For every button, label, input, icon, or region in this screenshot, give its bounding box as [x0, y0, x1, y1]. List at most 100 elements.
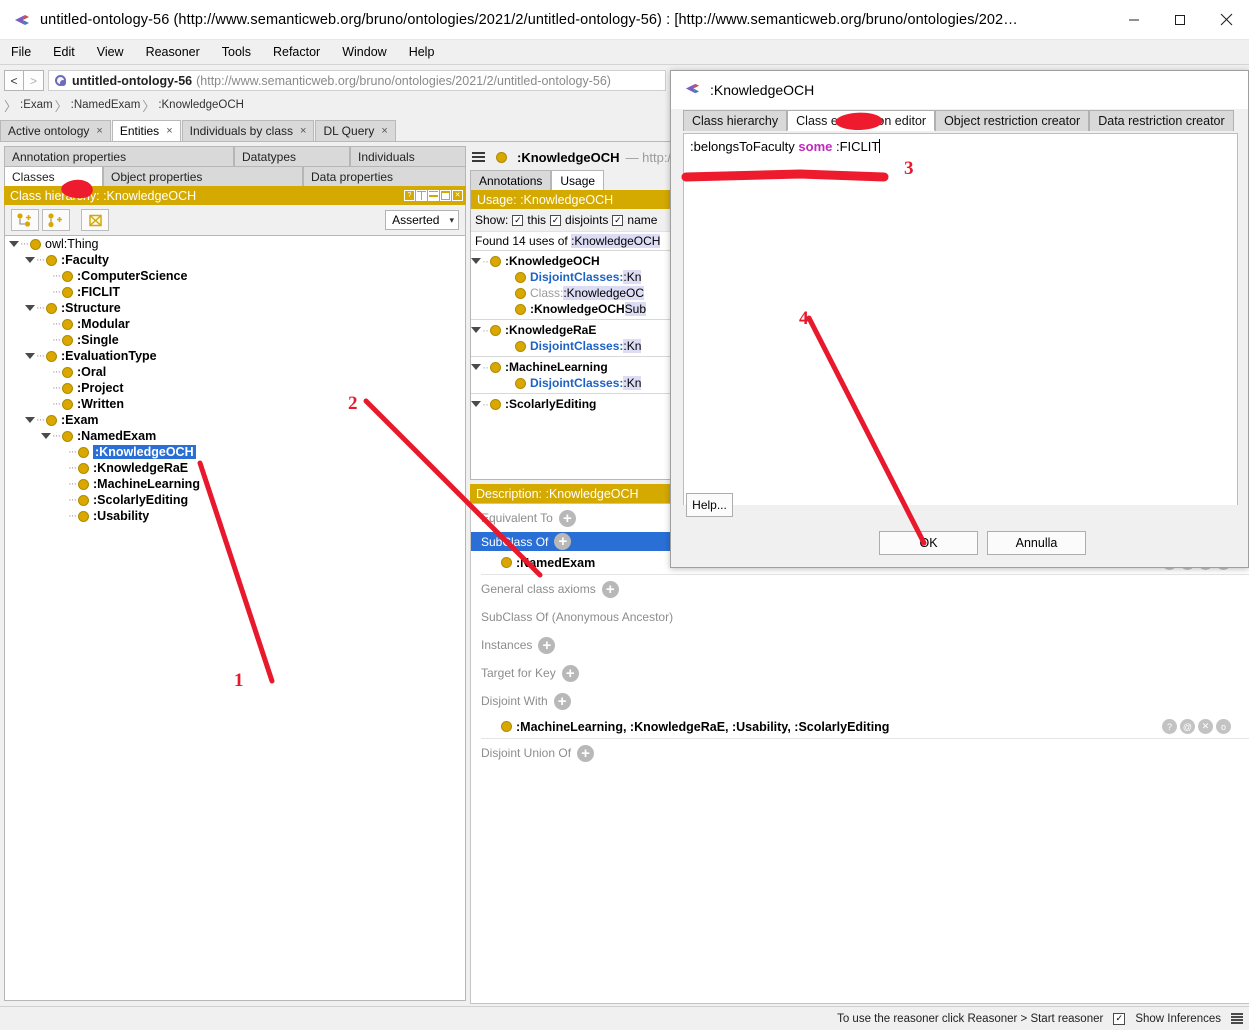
- filter-name-checkbox[interactable]: ✓: [612, 214, 624, 226]
- menu-reasoner[interactable]: Reasoner: [135, 43, 211, 61]
- class-expression-input[interactable]: :belongsToFaculty some :FICLIT: [683, 133, 1238, 545]
- ontology-id-field[interactable]: untitled-ontology-56 (http://www.semanti…: [48, 70, 666, 91]
- close-icon[interactable]: ×: [96, 125, 102, 137]
- description-section-header[interactable]: Disjoint With +: [481, 687, 1249, 715]
- add-icon[interactable]: +: [577, 744, 595, 762]
- class-tree-item[interactable]: ··· owl:Thing: [5, 236, 465, 252]
- annotate-icon[interactable]: @: [1180, 719, 1195, 734]
- usage-result-row[interactable]: DisjointClasses: :Kn: [471, 338, 674, 354]
- dialog-tab-data-restriction-creator[interactable]: Data restriction creator: [1089, 110, 1234, 131]
- subtab-individuals[interactable]: Individuals: [350, 146, 466, 166]
- class-tree-item[interactable]: ···:ComputerScience: [5, 268, 465, 284]
- tab-annotations[interactable]: Annotations: [470, 170, 552, 190]
- description-section-header[interactable]: Instances +: [481, 631, 1249, 659]
- subtab-data-properties[interactable]: Data properties: [303, 166, 466, 186]
- expand-toggle-icon[interactable]: [25, 352, 35, 361]
- expand-toggle-icon[interactable]: [25, 256, 35, 265]
- add-icon[interactable]: +: [558, 509, 576, 527]
- tab-individuals-by-class[interactable]: Individuals by class ×: [181, 120, 315, 141]
- breadcrumb-item-knowledgeoch[interactable]: 〉 :KnowledgeOCH: [142, 96, 244, 115]
- expand-toggle-icon[interactable]: [471, 326, 481, 335]
- ok-button[interactable]: OK: [879, 531, 978, 555]
- expand-toggle-icon[interactable]: [9, 240, 19, 249]
- class-tree-item[interactable]: ···:Modular: [5, 316, 465, 332]
- reasoner-mode-select[interactable]: Asserted ▾: [385, 210, 459, 230]
- subtab-classes[interactable]: Classes: [4, 166, 103, 186]
- class-tree-item[interactable]: ···:KnowledgeOCH: [5, 444, 465, 460]
- breadcrumb-item-exam[interactable]: 〉 :Exam: [4, 96, 53, 115]
- class-tree-item[interactable]: ···:FICLIT: [5, 284, 465, 300]
- class-tree-item[interactable]: ···:Project: [5, 380, 465, 396]
- close-panel-icon[interactable]: ✕: [452, 190, 463, 201]
- maximize-panel-icon[interactable]: [440, 190, 451, 201]
- help-icon[interactable]: ?: [404, 190, 415, 201]
- description-section-header[interactable]: Disjoint Union Of +: [481, 739, 1249, 767]
- class-tree-item[interactable]: ···:NamedExam: [5, 428, 465, 444]
- help-button[interactable]: Help...: [686, 493, 733, 517]
- menu-view[interactable]: View: [86, 43, 135, 61]
- class-tree-item[interactable]: ···:Usability: [5, 508, 465, 524]
- class-tree-item[interactable]: ···:Structure: [5, 300, 465, 316]
- usage-result-row[interactable]: :KnowledgeOCH Sub: [471, 301, 674, 317]
- edit-icon[interactable]: o: [1216, 719, 1231, 734]
- nav-forward-button[interactable]: >: [24, 70, 44, 91]
- class-tree-item[interactable]: ···:Single: [5, 332, 465, 348]
- close-icon[interactable]: ×: [381, 125, 387, 137]
- nav-back-button[interactable]: <: [4, 70, 24, 91]
- add-sibling-icon[interactable]: [42, 209, 70, 231]
- add-icon[interactable]: +: [553, 692, 571, 710]
- class-tree-item[interactable]: ···:Oral: [5, 364, 465, 380]
- close-icon[interactable]: ×: [300, 125, 306, 137]
- tab-entities[interactable]: Entities ×: [111, 120, 181, 141]
- class-tree-item[interactable]: ···:Faculty: [5, 252, 465, 268]
- add-icon[interactable]: +: [538, 636, 556, 654]
- usage-group-header[interactable]: ··:KnowledgeOCH: [471, 253, 674, 269]
- usage-results-list[interactable]: ··:KnowledgeOCH DisjointClasses: :Kn Class…: [471, 250, 674, 414]
- collapse-icon[interactable]: [428, 190, 439, 201]
- help-icon[interactable]: ?: [1162, 719, 1177, 734]
- menu-help[interactable]: Help: [398, 43, 446, 61]
- subtab-object-properties[interactable]: Object properties: [103, 166, 303, 186]
- class-tree-item[interactable]: ···:Written: [5, 396, 465, 412]
- tab-active-ontology[interactable]: Active ontology ×: [0, 120, 111, 141]
- delete-class-icon[interactable]: [81, 209, 109, 231]
- delete-icon[interactable]: ✕: [1198, 719, 1213, 734]
- class-tree-item[interactable]: ···:ScolarlyEditing: [5, 492, 465, 508]
- description-section-header[interactable]: General class axioms +: [481, 575, 1249, 603]
- menu-file[interactable]: File: [0, 43, 42, 61]
- class-hierarchy-tree[interactable]: ··· owl:Thing ···:Faculty ···:ComputerScien…: [4, 235, 466, 1001]
- tab-usage[interactable]: Usage: [551, 170, 605, 190]
- usage-result-row[interactable]: Class: :KnowledgeOC: [471, 285, 674, 301]
- close-icon[interactable]: ×: [166, 125, 172, 137]
- expand-toggle-icon[interactable]: [471, 400, 481, 409]
- minimize-button[interactable]: [1111, 0, 1157, 40]
- menu-window[interactable]: Window: [331, 43, 397, 61]
- subtab-datatypes[interactable]: Datatypes: [234, 146, 350, 166]
- add-subclass-icon[interactable]: [11, 209, 39, 231]
- add-icon[interactable]: +: [554, 533, 572, 550]
- usage-group-header[interactable]: ··:MachineLearning: [471, 359, 674, 375]
- dialog-tab-object-restriction-creator[interactable]: Object restriction creator: [935, 110, 1090, 131]
- usage-group-header[interactable]: ··:KnowledgeRaE: [471, 322, 674, 338]
- usage-result-row[interactable]: DisjointClasses: :Kn: [471, 375, 674, 391]
- class-tree-item[interactable]: ···:Exam: [5, 412, 465, 428]
- expand-toggle-icon[interactable]: [471, 257, 481, 266]
- add-icon[interactable]: +: [601, 580, 619, 598]
- expand-toggle-icon[interactable]: [25, 416, 35, 425]
- close-button[interactable]: [1203, 0, 1249, 40]
- class-tree-item[interactable]: ···:KnowledgeRaE: [5, 460, 465, 476]
- maximize-button[interactable]: [1157, 0, 1203, 40]
- breadcrumb-item-namedexam[interactable]: 〉 :NamedExam: [55, 96, 141, 115]
- expand-toggle-icon[interactable]: [41, 432, 51, 441]
- usage-group-header[interactable]: ··:ScolarlyEditing: [471, 396, 674, 412]
- lines-icon[interactable]: [1231, 1013, 1243, 1024]
- split-icon[interactable]: [416, 190, 427, 201]
- usage-result-row[interactable]: DisjointClasses: :Kn: [471, 269, 674, 285]
- filter-disjoints-checkbox[interactable]: ✓: [550, 214, 562, 226]
- dialog-tab-class-expression-editor[interactable]: Class expression editor: [787, 110, 936, 131]
- add-icon[interactable]: +: [561, 664, 579, 682]
- expand-toggle-icon[interactable]: [25, 304, 35, 313]
- description-section-header[interactable]: Target for Key +: [481, 659, 1249, 687]
- description-section-header[interactable]: SubClass Of (Anonymous Ancestor): [481, 603, 1249, 631]
- menu-refactor[interactable]: Refactor: [262, 43, 331, 61]
